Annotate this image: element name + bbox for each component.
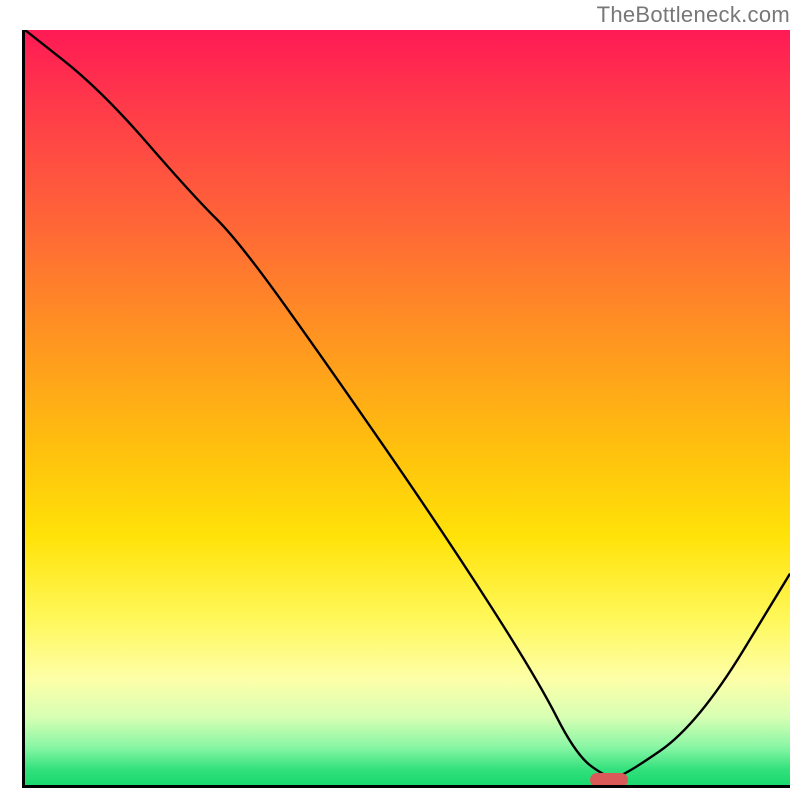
- watermark-text: TheBottleneck.com: [597, 2, 790, 28]
- chart-frame: TheBottleneck.com: [0, 0, 800, 800]
- plot-area: [22, 30, 790, 788]
- gradient-background: [25, 30, 790, 785]
- optimal-marker: [590, 773, 628, 787]
